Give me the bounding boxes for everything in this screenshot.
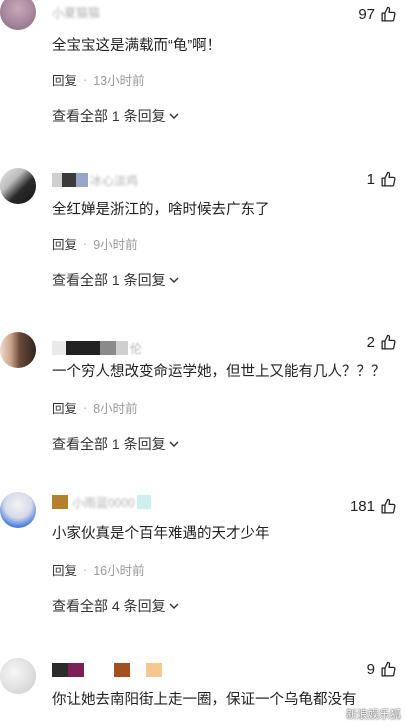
username-mosaic	[52, 495, 68, 509]
like-button[interactable]: 2	[367, 334, 397, 351]
like-count: 181	[349, 498, 375, 515]
chevron-down-icon	[169, 441, 179, 447]
username-mosaic	[76, 173, 88, 187]
timestamp: 9小时前	[93, 238, 138, 252]
username-mosaic	[52, 663, 68, 677]
username-mosaic	[146, 663, 162, 677]
username[interactable]: 伦	[52, 340, 142, 356]
like-count: 9	[366, 661, 375, 678]
timestamp: 8小时前	[93, 402, 138, 416]
comment-meta: 回复 · 9小时前	[52, 234, 138, 253]
chevron-down-icon	[169, 277, 179, 283]
like-count: 97	[358, 6, 375, 23]
avatar[interactable]	[0, 0, 36, 30]
username-mosaic	[100, 341, 116, 355]
username-mosaic	[66, 341, 100, 355]
like-button[interactable]: 1	[367, 171, 397, 188]
avatar[interactable]	[0, 332, 36, 368]
chevron-down-icon	[169, 113, 179, 119]
username[interactable]: 小夏猫猫	[52, 4, 100, 20]
comment-text: 小家伙真是个百年难遇的天才少年	[52, 526, 270, 542]
username-mosaic	[84, 663, 114, 677]
view-all-replies-button[interactable]: 查看全部 1 条回复	[52, 434, 180, 454]
separator: ·	[83, 400, 88, 415]
reply-button[interactable]: 回复	[52, 234, 77, 253]
separator: ·	[83, 72, 88, 87]
chevron-down-icon	[169, 603, 179, 609]
separator: ·	[83, 562, 88, 577]
avatar[interactable]	[0, 492, 36, 528]
comment-meta: 回复 · 16小时前	[52, 560, 145, 579]
username-mosaic	[130, 663, 146, 677]
thumbs-up-icon	[381, 171, 396, 187]
comment-text: 全红婵是浙江的，啥时候去广东了	[52, 202, 270, 218]
comment-meta: 回复 · 8小时前	[52, 398, 138, 417]
view-all-replies-button[interactable]: 查看全部 1 条回复	[52, 270, 180, 290]
thumbs-up-icon	[381, 6, 396, 22]
username-mosaic	[62, 173, 76, 187]
comment-text: 一个穷人想改变命运学她，但世上又能有几人？？？	[52, 364, 386, 380]
like-button[interactable]: 97	[358, 6, 397, 23]
view-all-replies-button[interactable]: 查看全部 1 条回复	[52, 106, 180, 126]
username-mosaic	[114, 663, 130, 677]
comment-meta: 回复 · 13小时前	[52, 70, 145, 89]
username-mosaic	[136, 495, 151, 509]
timestamp: 16小时前	[93, 564, 145, 578]
like-count: 2	[366, 334, 375, 351]
watermark: 新浪娱乐狐	[346, 709, 401, 721]
username-mosaic	[68, 663, 84, 677]
comment-text: 全宝宝这是满载而“龟”啊！	[52, 38, 222, 54]
reply-button[interactable]: 回复	[52, 560, 77, 579]
thumbs-up-icon	[381, 661, 396, 677]
username[interactable]: 小雨蓝0000	[52, 494, 151, 510]
avatar[interactable]	[0, 658, 36, 694]
username[interactable]	[52, 662, 162, 678]
username[interactable]: 冰心淡鸡	[52, 172, 138, 188]
like-button[interactable]: 9	[367, 661, 397, 678]
thumbs-up-icon	[381, 334, 396, 350]
like-button[interactable]: 181	[350, 498, 397, 515]
timestamp: 13小时前	[93, 74, 145, 88]
avatar[interactable]	[0, 168, 36, 204]
reply-button[interactable]: 回复	[52, 70, 77, 89]
separator: ·	[83, 236, 88, 251]
username-mosaic	[116, 341, 128, 355]
comment-text: 你让她去南阳街上走一圈，保证一个乌龟都没有	[52, 692, 357, 708]
reply-button[interactable]: 回复	[52, 398, 77, 417]
view-all-replies-button[interactable]: 查看全部 4 条回复	[52, 596, 180, 616]
username-mosaic	[52, 341, 66, 355]
username-mosaic	[52, 173, 62, 187]
like-count: 1	[366, 171, 375, 188]
thumbs-up-icon	[381, 498, 396, 514]
